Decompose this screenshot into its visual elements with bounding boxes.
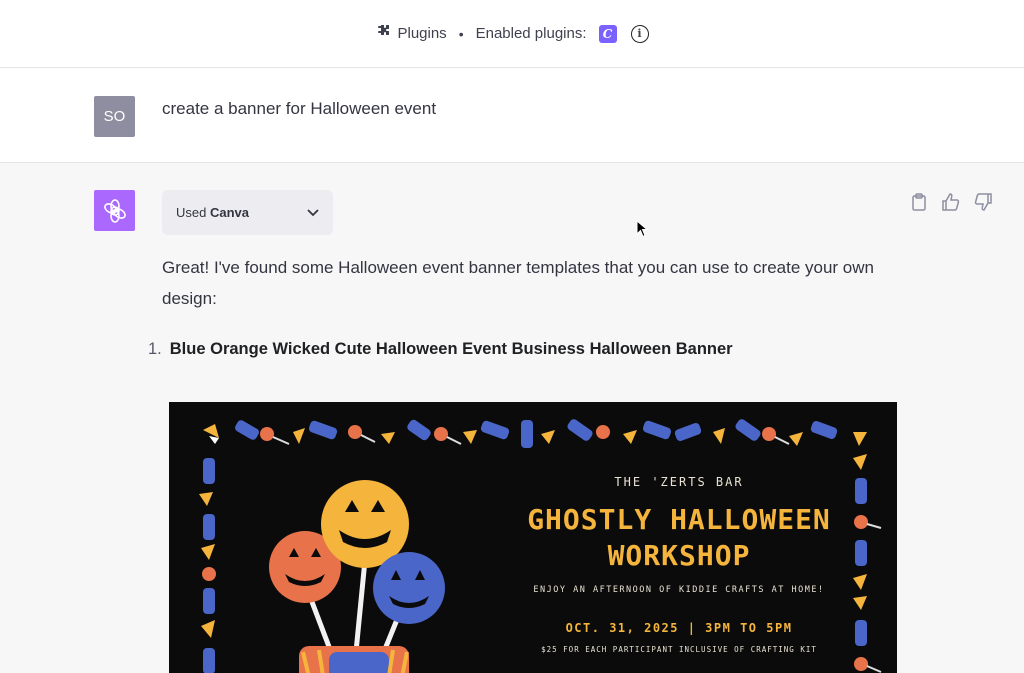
assistant-answer-text: Great! I've found some Halloween event b… [162,258,874,308]
banner-date: OCT. 31, 2025 | 3PM TO 5PM [565,621,793,635]
separator-dot: • [458,25,464,42]
candy-border-left [199,458,216,673]
banner-subtitle: THE 'ZERTS BAR [614,475,744,489]
clipboard-icon[interactable] [910,193,928,211]
banner-title-line2: WORKSHOP [607,539,751,572]
canva-plugin-icon[interactable]: C [598,24,617,43]
list-item: 1. Blue Orange Wicked Cute Halloween Eve… [148,340,733,359]
thumbs-down-icon[interactable] [974,193,992,211]
chevron-down-icon [307,206,319,220]
plugins-indicator[interactable]: Plugins [375,24,447,44]
candy-border-top [203,419,867,448]
assistant-message-row: Used Canva Great! I've found some Hallow… [0,163,1024,673]
enabled-plugins-label: Enabled plugins: [475,25,587,42]
list-item-title: Blue Orange Wicked Cute Halloween Event … [169,340,733,358]
banner-tagline: ENJOY AN AFTERNOON OF KIDDIE CRAFTS AT H… [533,585,825,595]
user-avatar: SO [94,96,135,137]
puzzle-icon [375,24,391,44]
message-actions [910,193,992,211]
pumpkin-blue [373,552,445,624]
plugins-label: Plugins [397,25,447,42]
mouse-cursor-icon [636,219,649,243]
enabled-plugins: Enabled plugins: C i [475,24,649,43]
list-item-number: 1. [148,340,162,358]
used-plugin-toggle[interactable]: Used Canva [162,190,333,235]
info-icon[interactable]: i [630,24,649,43]
plugins-header: Plugins • Enabled plugins: C i [0,0,1024,68]
used-prefix: Used [176,205,210,220]
openai-logo-icon [94,190,135,231]
thumbs-up-icon[interactable] [942,193,960,211]
used-plugin-name: Canva [209,205,249,220]
halloween-banner-image[interactable]: THE 'ZERTS BAR GHOSTLY HALLOWEEN WORKSHO… [169,402,897,673]
banner-price: $25 FOR EACH PARTICIPANT INCLUSIVE OF CR… [541,645,817,654]
banner-title-line1: GHOSTLY HALLOWEEN [527,503,831,536]
candy-wrap [299,646,409,673]
user-message-text: create a banner for Halloween event [162,99,437,118]
user-message-row: SO create a banner for Halloween event [0,68,1024,163]
